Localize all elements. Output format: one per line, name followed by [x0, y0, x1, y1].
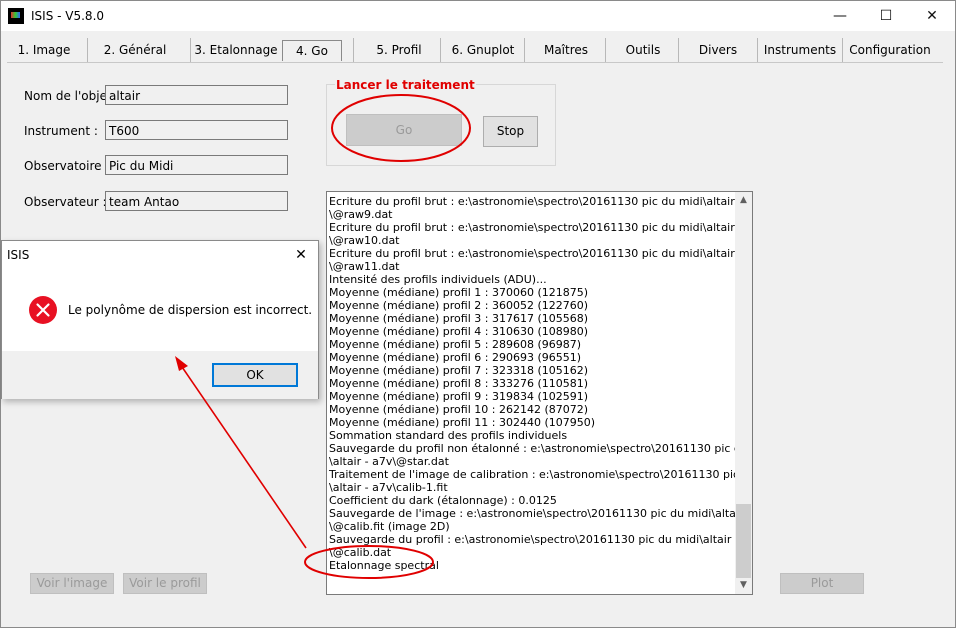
plot-button[interactable]: Plot [780, 573, 864, 594]
scroll-down-icon[interactable]: ▼ [735, 577, 752, 594]
tab-configuration[interactable]: Configuration [842, 38, 937, 62]
log-line: Moyenne (médiane) profil 9 : 319834 (102… [329, 390, 589, 403]
dialog-close-icon[interactable]: ✕ [284, 241, 318, 269]
log-line: Moyenne (médiane) profil 8 : 333276 (110… [329, 377, 589, 390]
app-icon [8, 8, 24, 24]
tab-image[interactable]: 1. Image [13, 38, 75, 62]
log-line: \@calib.dat [329, 546, 392, 559]
tab-masters[interactable]: Maîtres [524, 38, 607, 62]
window-title: ISIS - V5.8.0 [31, 9, 105, 23]
log-output[interactable]: Ecriture du profil brut : e:\astronomie\… [326, 191, 753, 595]
minimize-button[interactable]: — [817, 1, 863, 31]
tab-bar: 1. Image 2. Général 3. Etalonnage 4. Go … [7, 38, 943, 64]
scroll-up-icon[interactable]: ▲ [735, 192, 752, 209]
tab-calibration[interactable]: 3. Etalonnage [190, 38, 281, 62]
go-button[interactable]: Go [346, 114, 462, 146]
log-line: \altair - a7v\@star.dat [329, 455, 449, 468]
observatory-label: Observatoire : [24, 159, 110, 173]
log-line: \@raw9.dat [329, 208, 393, 221]
tab-go[interactable]: 4. Go [282, 40, 342, 61]
error-dialog: ISIS ✕ Le polynôme de dispersion est inc… [1, 240, 319, 399]
processing-group-title: Lancer le traitement [335, 78, 476, 92]
log-line: Moyenne (médiane) profil 10 : 262142 (87… [329, 403, 589, 416]
close-button[interactable]: ✕ [909, 1, 955, 31]
ok-button[interactable]: OK [212, 363, 298, 387]
log-line: Intensité des profils individuels (ADU).… [329, 273, 547, 286]
log-line: Moyenne (médiane) profil 5 : 289608 (969… [329, 338, 582, 351]
observer-field[interactable]: team Antao [105, 191, 288, 211]
maximize-button[interactable]: ☐ [863, 1, 909, 31]
log-line: \@raw10.dat [329, 234, 400, 247]
log-line: Traitement de l'image de calibration : e… [329, 468, 753, 481]
log-scrollbar[interactable]: ▲ ▼ [735, 192, 752, 594]
log-line: Ecriture du profil brut : e:\astronomie\… [329, 195, 753, 208]
log-line: \altair - a7v\calib-1.fit [329, 481, 448, 494]
tab-instruments[interactable]: Instruments [757, 38, 842, 62]
tab-general[interactable]: 2. Général [87, 38, 182, 62]
log-line: Sauvegarde du profil : e:\astronomie\spe… [329, 533, 753, 546]
log-line: Ecriture du profil brut : e:\astronomie\… [329, 247, 753, 260]
stop-button[interactable]: Stop [483, 116, 538, 147]
instrument-field[interactable]: T600 [105, 120, 288, 140]
observatory-field[interactable]: Pic du Midi [105, 155, 288, 175]
view-profile-button[interactable]: Voir le profil [123, 573, 207, 594]
view-image-button[interactable]: Voir l'image [30, 573, 114, 594]
object-name-field[interactable]: altair [105, 85, 288, 105]
instrument-label: Instrument : [24, 124, 98, 138]
tab-tools[interactable]: Outils [605, 38, 680, 62]
title-bar: ISIS - V5.8.0 — ☐ ✕ [1, 1, 955, 31]
log-line: \@calib.fit (image 2D) [329, 520, 450, 533]
tab-gnuplot[interactable]: 6. Gnuplot [440, 38, 525, 62]
log-line: Moyenne (médiane) profil 11 : 302440 (10… [329, 416, 596, 429]
log-line: \@raw11.dat [329, 260, 400, 273]
tab-profile[interactable]: 5. Profil [353, 38, 444, 62]
log-line: Coefficient du dark (étalonnage) : 0.012… [329, 494, 557, 507]
log-line: Moyenne (médiane) profil 2 : 360052 (122… [329, 299, 589, 312]
tab-misc[interactable]: Divers [678, 38, 757, 62]
scroll-thumb[interactable] [736, 504, 751, 578]
log-line: Moyenne (médiane) profil 1 : 370060 (121… [329, 286, 589, 299]
log-line: Moyenne (médiane) profil 3 : 317617 (105… [329, 312, 589, 325]
log-line: Moyenne (médiane) profil 4 : 310630 (108… [329, 325, 589, 338]
dialog-title: ISIS [7, 248, 30, 262]
log-line: Etalonnage spectral [329, 559, 439, 572]
observer-label: Observateur : [24, 195, 107, 209]
log-line: Sommation standard des profils individue… [329, 429, 568, 442]
tab-divider [7, 62, 943, 63]
dialog-message: Le polynôme de dispersion est incorrect. [68, 303, 313, 317]
log-line: Ecriture du profil brut : e:\astronomie\… [329, 221, 753, 234]
log-line: Moyenne (médiane) profil 6 : 290693 (965… [329, 351, 582, 364]
log-line: Sauvegarde du profil non étalonné : e:\a… [329, 442, 753, 455]
log-line: Moyenne (médiane) profil 7 : 323318 (105… [329, 364, 589, 377]
log-line: Sauvegarde de l'image : e:\astronomie\sp… [329, 507, 753, 520]
error-icon [29, 296, 57, 324]
dialog-footer: OK [2, 351, 318, 399]
